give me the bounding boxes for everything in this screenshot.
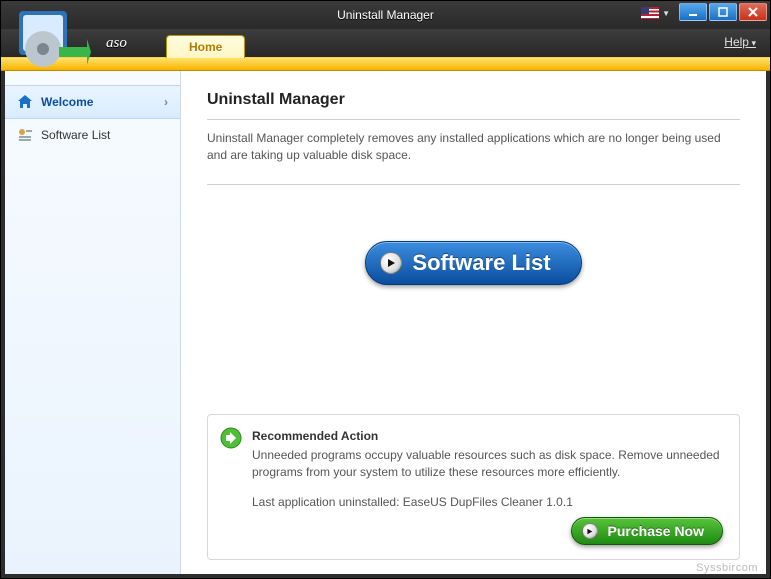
main-action-area: Software List [207, 241, 740, 285]
page-description: Uninstall Manager completely removes any… [207, 130, 740, 164]
divider [207, 119, 740, 120]
home-icon [17, 94, 33, 110]
app-logo-icon [13, 9, 91, 77]
sidebar-item-label: Welcome [41, 95, 93, 109]
window-controls [679, 3, 767, 21]
body: Welcome Software List Uninstall Manager … [5, 71, 766, 574]
language-selector[interactable]: ▼ [641, 7, 670, 19]
sidebar-item-welcome[interactable]: Welcome [5, 85, 180, 119]
ribbon-bar [1, 57, 770, 71]
minimize-button[interactable] [679, 3, 707, 21]
last-uninstalled: Last application uninstalled: EaseUS Dup… [252, 495, 723, 509]
recommended-title: Recommended Action [252, 429, 723, 443]
sidebar-item-label: Software List [41, 128, 110, 142]
button-label: Purchase Now [608, 523, 704, 539]
arrow-circle-icon [220, 427, 242, 449]
recommended-description: Unneeded programs occupy valuable resour… [252, 447, 723, 481]
play-icon [380, 252, 402, 274]
help-menu[interactable]: Help [724, 35, 756, 49]
button-label: Software List [412, 250, 550, 276]
content-pane: Uninstall Manager Uninstall Manager comp… [181, 71, 766, 574]
titlebar: Uninstall Manager ▼ [1, 1, 770, 29]
header-strip: aso Home Help [1, 29, 770, 57]
sidebar: Welcome Software List [5, 71, 181, 574]
sidebar-item-software-list[interactable]: Software List [5, 119, 180, 151]
divider [207, 184, 740, 185]
brand-label: aso [106, 35, 127, 52]
software-list-button[interactable]: Software List [365, 241, 581, 285]
flag-icon [641, 7, 659, 19]
page-title: Uninstall Manager [207, 91, 740, 109]
watermark: Syssbircom [696, 562, 758, 574]
recommended-action-panel: Recommended Action Unneeded programs occ… [207, 414, 740, 560]
maximize-button[interactable] [709, 3, 737, 21]
chevron-down-icon: ▼ [662, 9, 670, 18]
purchase-now-button[interactable]: Purchase Now [571, 517, 723, 545]
close-button[interactable] [739, 3, 767, 21]
window-title: Uninstall Manager [337, 8, 434, 22]
list-icon [17, 127, 33, 143]
app-window: Uninstall Manager ▼ aso Home Help Welcom… [0, 0, 771, 579]
play-icon [582, 523, 598, 539]
tab-home[interactable]: Home [166, 35, 245, 58]
